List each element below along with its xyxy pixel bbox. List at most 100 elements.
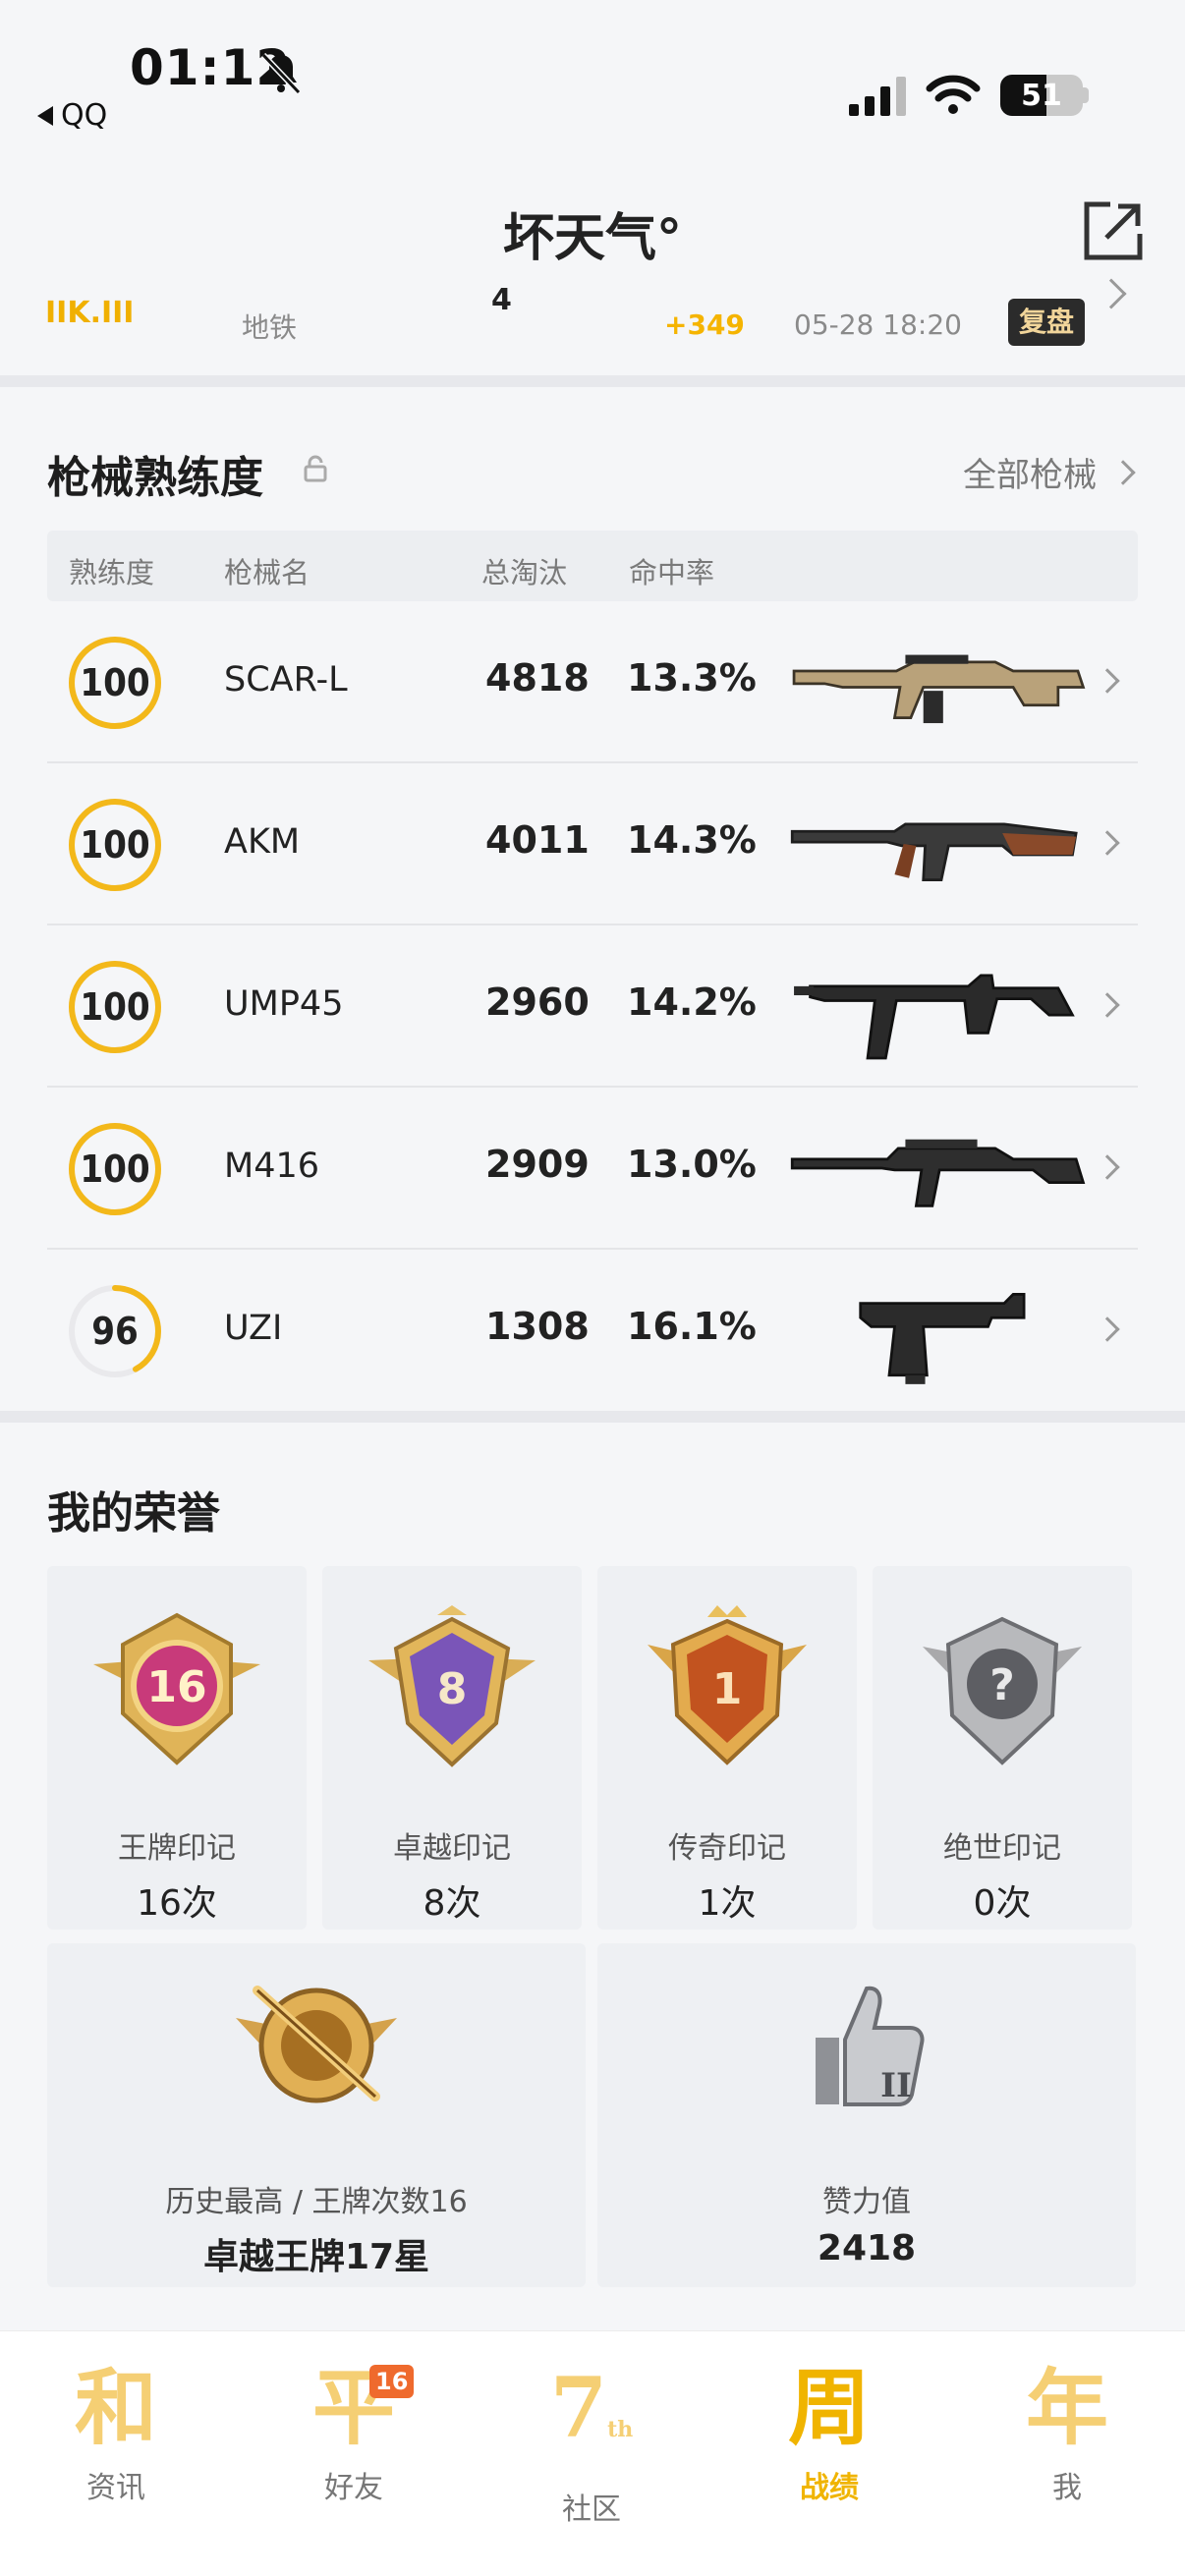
honor-count: 1次: [698, 1883, 757, 1924]
community-sup: th: [607, 2417, 634, 2442]
m416-rifle-icon: [790, 1139, 1086, 1207]
likes-value: 2418: [817, 2228, 917, 2268]
all-weapons-link[interactable]: 全部枪械: [963, 448, 1136, 496]
weapon-row[interactable]: 100 M416 2909 13.0%: [47, 1088, 1138, 1250]
battery-level: 51: [1021, 79, 1062, 113]
all-weapons-label: 全部枪械: [963, 456, 1097, 495]
weapon-section-title: 枪械熟练度: [47, 453, 263, 503]
svg-text:II: II: [880, 2066, 912, 2105]
peerless-mark-badge-icon: ?: [923, 1616, 1082, 1765]
honor-card-ace[interactable]: 16 王牌印记 16次: [47, 1566, 307, 1930]
peerless-badge-symbol: ?: [989, 1660, 1015, 1710]
section-divider: [0, 1411, 1185, 1423]
weapon-kills: 2960: [485, 980, 590, 1024]
honor-name: 卓越印记: [393, 1831, 511, 1866]
weapon-row[interactable]: 100 UMP45 2960 14.2%: [47, 925, 1138, 1088]
col-weapon-name: 枪械名: [224, 556, 310, 589]
legend-badge-number: 1: [712, 1664, 743, 1714]
records-icon: 周: [787, 2359, 871, 2456]
akm-rifle-icon: [790, 822, 1078, 881]
proficiency-value: 96: [91, 1310, 139, 1353]
nav-news[interactable]: 和 资讯: [37, 2359, 195, 2506]
match-rank-logo: IIK.III: [45, 297, 134, 326]
highest-rank-card[interactable]: 历史最高 / 王牌次数16 卓越王牌17星: [47, 1943, 586, 2287]
weapon-name: UZI: [224, 1309, 283, 1348]
nav-label: 我: [1052, 2471, 1082, 2505]
match-rank: 4: [491, 283, 512, 317]
weapon-table-header: 熟练度 枪械名 总淘汰 命中率: [47, 531, 1138, 601]
weapon-accuracy: 13.3%: [627, 656, 757, 700]
cellular-signal-icon: [849, 77, 906, 116]
replay-button[interactable]: 复盘: [1008, 299, 1085, 346]
community-icon: 7th: [513, 2359, 670, 2479]
weapon-accuracy: 13.0%: [627, 1143, 757, 1186]
thumbs-up-icon: II: [816, 1986, 925, 2106]
bottom-navigation: 和 资讯 平 16 好友 7th 社区 周 战绩 年 我: [0, 2330, 1185, 2576]
section-divider: [0, 375, 1185, 387]
honor-name: 绝世印记: [943, 1831, 1061, 1866]
recent-match-row[interactable]: IIK.III 地铁 4 +349 05-28 18:20 复盘: [0, 275, 1185, 373]
nav-me[interactable]: 年 我: [988, 2359, 1146, 2506]
col-total-kills: 总淘汰: [481, 556, 568, 589]
honor-count: 16次: [137, 1883, 217, 1924]
back-app-label: QQ: [61, 98, 108, 133]
friends-badge: 16: [369, 2365, 415, 2398]
nav-label: 资讯: [86, 2471, 145, 2505]
col-proficiency: 熟练度: [69, 556, 155, 589]
chevron-right-icon: [1096, 278, 1127, 309]
proficiency-value: 100: [80, 823, 150, 867]
weapon-accuracy: 16.1%: [627, 1305, 757, 1348]
nav-label: 战绩: [800, 2471, 859, 2505]
honor-name: 王牌印记: [118, 1831, 236, 1866]
likes-label: 赞力值: [822, 2185, 911, 2219]
honor-name: 传奇印记: [668, 1831, 786, 1866]
ace-badge-number: 16: [146, 1662, 206, 1712]
ump45-smg-icon: [794, 974, 1075, 1060]
back-to-app[interactable]: QQ: [37, 98, 107, 133]
excellent-mark-badge-icon: 8: [368, 1605, 536, 1767]
match-time: 05-28 18:20: [794, 308, 962, 341]
weapon-row[interactable]: 96 UZI 1308 16.1%: [47, 1250, 1138, 1412]
rank-emblem-icon: [236, 1986, 397, 2103]
honor-count: 8次: [423, 1883, 481, 1924]
back-arrow-icon: [37, 105, 53, 126]
honor-card-excellent[interactable]: 8 卓越印记 8次: [322, 1566, 582, 1930]
weapon-row[interactable]: 100 SCAR-L 4818 13.3%: [47, 601, 1138, 763]
weapon-kills: 2909: [485, 1143, 590, 1186]
proficiency-value: 100: [80, 661, 150, 704]
weapon-accuracy: 14.2%: [627, 980, 757, 1024]
nav-friends[interactable]: 平 16 好友: [275, 2359, 432, 2506]
legend-mark-badge-icon: 1: [648, 1605, 807, 1765]
honor-card-legend[interactable]: 1 传奇印记 1次: [597, 1566, 857, 1930]
wifi-icon: [926, 75, 981, 114]
share-icon[interactable]: [1081, 198, 1146, 263]
nav-community[interactable]: 7th 社区: [513, 2359, 670, 2528]
ace-mark-badge-icon: 16: [93, 1612, 260, 1765]
weapon-name: AKM: [224, 822, 301, 862]
battery-indicator: 51: [1000, 75, 1083, 116]
weapon-kills: 4818: [485, 656, 590, 700]
weapon-name: SCAR-L: [224, 660, 348, 700]
highest-rank-label: 历史最高 / 王牌次数16: [165, 2185, 468, 2219]
nav-label: 好友: [324, 2471, 383, 2505]
highest-rank-value: 卓越王牌17星: [202, 2237, 430, 2277]
honor-card-peerless[interactable]: ? 绝世印记 0次: [873, 1566, 1132, 1930]
weapon-kills: 4011: [485, 818, 590, 862]
weapon-name: M416: [224, 1147, 320, 1186]
nav-label: 社区: [562, 2492, 621, 2527]
honor-section-title: 我的荣誉: [47, 1488, 220, 1539]
bell-muted-icon: [260, 52, 302, 95]
likes-card[interactable]: II 赞力值 2418: [597, 1943, 1136, 2287]
excellent-badge-number: 8: [437, 1664, 468, 1714]
match-score: +349: [664, 308, 745, 341]
weapon-kills: 1308: [485, 1305, 590, 1348]
nav-records[interactable]: 周 战绩: [751, 2359, 908, 2506]
battery-cap: [1083, 87, 1089, 103]
weapon-row[interactable]: 100 AKM 4011 14.3%: [47, 763, 1138, 925]
news-icon: 和: [74, 2359, 157, 2456]
page-title: 坏天气°: [502, 209, 682, 268]
lock-icon[interactable]: [301, 454, 330, 483]
proficiency-value: 100: [80, 1148, 150, 1191]
match-mode: 地铁: [242, 311, 298, 344]
uzi-smg-icon: [859, 1293, 1026, 1384]
